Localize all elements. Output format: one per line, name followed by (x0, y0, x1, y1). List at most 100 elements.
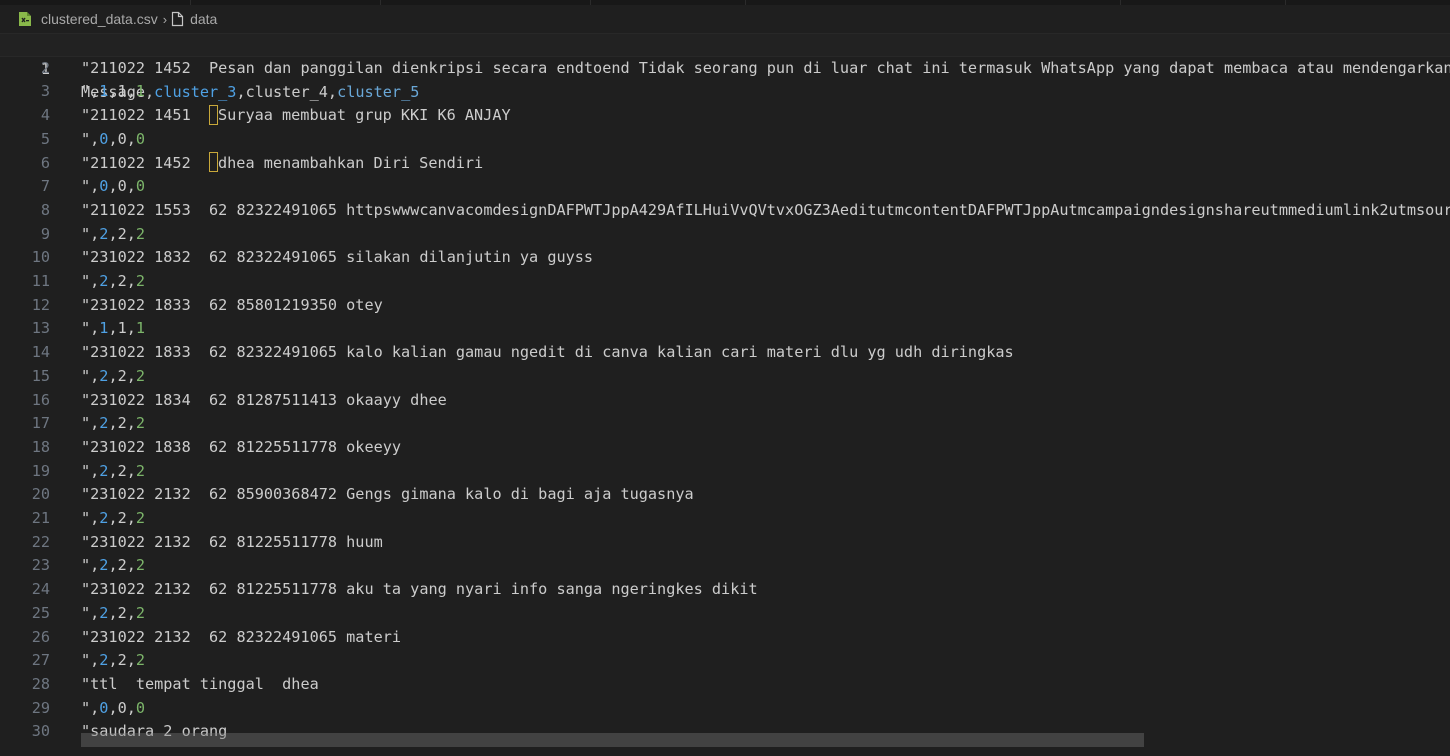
comma-separator: , (108, 224, 118, 243)
invisible-character-marker (209, 104, 219, 125)
cluster-4-value: 2 (117, 509, 127, 527)
line-content: ",2,2,2 (81, 507, 145, 531)
cluster-5-value: 2 (135, 272, 146, 290)
quote-close: ", (81, 177, 100, 196)
cluster-4-value: 2 (117, 603, 127, 622)
comma-separator: , (126, 224, 136, 243)
editor-line[interactable]: 16 "231022 1834 62 81287511413 okaayy dhe… (0, 389, 1450, 413)
line-content: "231022 2132 62 81225511778 huum (81, 532, 383, 551)
line-content: ",2,2,2 (81, 365, 145, 389)
editor-line[interactable]: 20 "231022 2132 62 85900368472 Gengs gima… (0, 483, 1450, 507)
line-number: 3 (40, 82, 50, 101)
line-content: "211022 1452 dhea menambahkan Diri Sendi… (81, 152, 483, 176)
message-prefix: "211022 1451 (81, 106, 210, 125)
line-number: 20 (31, 485, 50, 504)
cluster-5-value: 2 (135, 509, 146, 527)
cluster-4-value: 2 (117, 461, 127, 480)
cluster-5-value: 2 (135, 461, 146, 480)
chevron-right-icon: › (162, 11, 168, 27)
line-content: ",2,2,2 (81, 412, 145, 436)
comma-separator: , (126, 414, 136, 433)
quote-close: ", (81, 698, 100, 717)
line-number: 19 (31, 461, 50, 480)
editor-line[interactable]: 6 "211022 1452 dhea menambahkan Diri Send… (0, 152, 1450, 176)
line-number: 16 (31, 390, 50, 409)
editor-line[interactable]: 28 "ttl tempat tinggal dhea (0, 673, 1450, 697)
editor-line[interactable]: 9 ",2,2,2 (0, 223, 1450, 247)
cluster-5-value: 2 (135, 651, 146, 670)
comma-separator: , (126, 603, 136, 622)
editor-line[interactable]: 26 "231022 2132 62 82322491065 materi (0, 626, 1450, 650)
breadcrumb-symbol[interactable]: data (190, 11, 217, 27)
quote-close: ", (81, 82, 100, 101)
line-number: 24 (31, 580, 50, 599)
code-editor[interactable]: 1 Message,cluster_3,cluster_4,cluster_5 … (0, 33, 1450, 756)
editor-line[interactable]: 18 "231022 1838 62 81225511778 okeeyy (0, 436, 1450, 460)
quote-close: ", (81, 319, 100, 338)
comma-separator: , (108, 461, 118, 480)
cluster-4-value: 2 (117, 366, 127, 385)
editor-line[interactable]: 7 ",0,0,0 (0, 175, 1450, 199)
line-content: ",2,2,2 (81, 460, 145, 484)
editor-line[interactable]: 5 ",0,0,0 (0, 128, 1450, 152)
editor-line[interactable]: 8 "211022 1553 62 82322491065 httpswwwcan… (0, 199, 1450, 223)
editor-line[interactable]: 4 "211022 1451 Suryaa membuat grup KKI K6… (0, 104, 1450, 128)
comma-separator: , (126, 651, 136, 670)
csv-file-icon (18, 11, 32, 27)
line-number: 2 (40, 58, 50, 77)
quote-close: ", (81, 603, 100, 622)
line-content: "211022 1553 62 82322491065 httpswwwcanv… (81, 200, 1450, 219)
editor-line[interactable]: 10 "231022 1832 62 82322491065 silakan di… (0, 246, 1450, 270)
line-content: "231022 2132 62 81225511778 aku ta yang … (81, 580, 758, 599)
comma-separator: , (126, 366, 136, 385)
horizontal-scrollbar[interactable] (81, 733, 1144, 747)
editor-line[interactable]: 29 ",0,0,0 (0, 697, 1450, 721)
editor-line[interactable]: 13 ",1,1,1 (0, 317, 1450, 341)
line-number: 6 (40, 153, 50, 172)
editor-line[interactable]: 14 "231022 1833 62 82322491065 kalo kalia… (0, 341, 1450, 365)
line-number: 11 (31, 272, 50, 290)
editor-line[interactable]: 19 ",2,2,2 (0, 460, 1450, 484)
message-text: dhea menambahkan Diri Sendiri (218, 153, 484, 172)
cluster-5-value: 2 (135, 556, 146, 575)
line-content: "231022 2132 62 82322491065 materi (81, 627, 402, 646)
quote-close: ", (81, 461, 100, 480)
editor-line[interactable]: 22 "231022 2132 62 81225511778 huum (0, 531, 1450, 555)
comma-separator: , (108, 177, 118, 196)
editor-line[interactable]: 15 ",2,2,2 (0, 365, 1450, 389)
comma-separator: , (108, 509, 118, 527)
message-text: Suryaa membuat grup KKI K6 ANJAY (218, 106, 511, 125)
invisible-character-marker (209, 152, 219, 172)
editor-line[interactable]: 27 ",2,2,2 (0, 649, 1450, 673)
line-content: ",0,0,0 (81, 128, 145, 152)
line-number: 29 (31, 698, 50, 717)
editor-line[interactable]: 1 Message,cluster_3,cluster_4,cluster_5 (0, 33, 1450, 101)
line-content: "211022 1452 Pesan dan panggilan dienkri… (81, 58, 1450, 77)
message-prefix: "211022 1452 (81, 153, 210, 172)
breadcrumb-file[interactable]: clustered_data.csv (41, 11, 158, 27)
cluster-4-value: 0 (117, 698, 127, 717)
editor-line[interactable]: 21 ",2,2,2 (0, 507, 1450, 531)
line-number: 28 (31, 674, 50, 693)
editor-line[interactable]: 25 ",2,2,2 (0, 602, 1450, 626)
editor-line[interactable]: 2 "211022 1452 Pesan dan panggilan dienkr… (0, 57, 1450, 81)
quote-close: ", (81, 509, 100, 527)
editor-line[interactable]: 11 ",2,2,2 (0, 270, 1450, 294)
line-number: 22 (31, 532, 50, 551)
cluster-5-value: 2 (135, 366, 146, 385)
editor-line[interactable]: 24 "231022 2132 62 81225511778 aku ta yan… (0, 578, 1450, 602)
cluster-4-value: 0 (117, 177, 127, 196)
editor-line[interactable]: 12 "231022 1833 62 85801219350 otey (0, 294, 1450, 318)
editor-line[interactable]: 3 ",1,1,1 (0, 80, 1450, 104)
editor-line[interactable]: 17 ",2,2,2 (0, 412, 1450, 436)
line-content: "231022 2132 62 85900368472 Gengs gimana… (81, 485, 694, 504)
line-number: 23 (31, 556, 50, 575)
line-number: 12 (31, 295, 50, 314)
line-number: 18 (31, 437, 50, 456)
cluster-4-value: 2 (117, 556, 127, 575)
line-number: 7 (40, 177, 50, 196)
editor-line[interactable]: 23 ",2,2,2 (0, 554, 1450, 578)
line-number: 10 (31, 248, 50, 267)
line-number: 5 (40, 129, 50, 148)
line-number: 17 (31, 414, 50, 433)
